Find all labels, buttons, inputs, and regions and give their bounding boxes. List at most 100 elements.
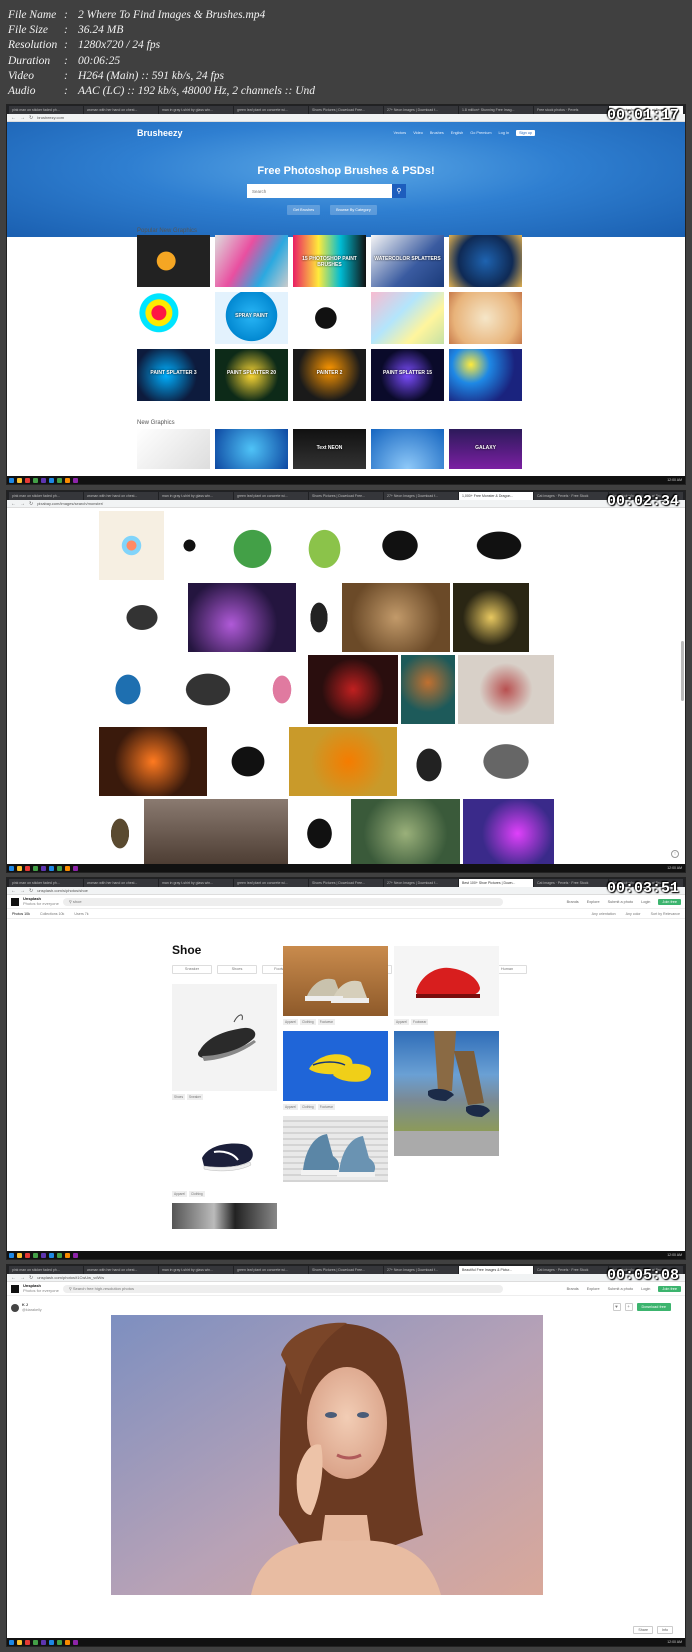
taskbar-app-icon[interactable]: [33, 1639, 38, 1645]
browser-tab[interactable]: Cat images · Pexels · Free Stock: [534, 879, 608, 887]
back-icon[interactable]: ←: [11, 1275, 16, 1281]
photographer[interactable]: K J @kiarakelly: [11, 1303, 42, 1312]
taskbar-app-icon[interactable]: [49, 477, 54, 483]
header-link[interactable]: Login: [641, 900, 650, 904]
browser-tab[interactable]: Cat images · Pexels · Free Stock: [534, 1266, 608, 1274]
browser-tab[interactable]: green leaf plant on concrete wi...: [234, 1266, 308, 1274]
brush-thumbnail[interactable]: [449, 349, 522, 401]
new-graphic-thumbnail[interactable]: GALAXY: [449, 429, 522, 469]
brusheezy-logo[interactable]: Brusheezy: [137, 128, 183, 138]
search-result-image[interactable]: [215, 511, 290, 580]
taskbar-app-icon[interactable]: [73, 477, 78, 483]
nav-link[interactable]: Brushes: [430, 131, 444, 135]
header-link[interactable]: Submit a photo: [608, 900, 634, 904]
new-graphic-thumbnail[interactable]: [371, 429, 444, 469]
taskbar-app-icon[interactable]: [41, 477, 46, 483]
browser-tab[interactable]: 27+ Neon Images | Download f...: [384, 106, 458, 114]
browser-tab[interactable]: pink man on sticker faded ph...: [9, 879, 83, 887]
search-result-image[interactable]: [289, 727, 397, 796]
search-result-image[interactable]: [188, 583, 296, 652]
taskbar-app-icon[interactable]: [73, 865, 78, 871]
taskbar-app-icon[interactable]: [33, 1252, 38, 1258]
brush-thumbnail[interactable]: WATERCOLOR SPLATTERS: [371, 235, 444, 287]
forward-icon[interactable]: →: [20, 501, 25, 507]
taskbar-app-icon[interactable]: [17, 477, 22, 483]
browser-tab[interactable]: 1,000+ Free Monster & Dragon...: [459, 492, 533, 500]
taskbar-app-icon[interactable]: [17, 1639, 22, 1645]
get-brushes-button[interactable]: Get Brushes: [287, 205, 321, 215]
address-bar[interactable]: ← → ↻ unsplash.com/s/photos/shoe: [7, 887, 685, 895]
photo-shoe-red[interactable]: [394, 946, 499, 1016]
search-result-image[interactable]: [358, 511, 441, 580]
reload-icon[interactable]: ↻: [29, 1275, 33, 1281]
photo-tag[interactable]: Sneaker: [187, 1094, 203, 1100]
taskbar-app-icon[interactable]: [9, 477, 14, 483]
taskbar-app-icon[interactable]: [49, 865, 54, 871]
unsplash-logo[interactable]: Unsplash Photos for everyone: [23, 1283, 59, 1293]
brush-thumbnail[interactable]: [137, 292, 210, 344]
brush-thumbnail[interactable]: [137, 235, 210, 287]
taskbar-app-icon[interactable]: [33, 865, 38, 871]
taskbar-app-icon[interactable]: [65, 865, 70, 871]
info-button[interactable]: Info: [657, 1626, 673, 1634]
photo-shoe-puma[interactable]: [172, 1106, 277, 1188]
search-button[interactable]: ⚲: [392, 184, 406, 198]
brush-thumbnail[interactable]: PAINT SPLATTER 20: [215, 349, 288, 401]
search-result-image[interactable]: [210, 727, 286, 796]
address-bar[interactable]: ← → ↻ pixabay.com/images/search/monster/: [7, 500, 685, 508]
browser-tab[interactable]: man in gray t-shirt by glass win...: [159, 1266, 233, 1274]
browser-tab[interactable]: woman with her hand on chest...: [84, 879, 158, 887]
scrollbar[interactable]: [681, 641, 684, 701]
header-link[interactable]: Submit a photo: [608, 1287, 634, 1291]
taskbar-app-icon[interactable]: [73, 1639, 78, 1645]
photo-shoe-converse[interactable]: [283, 946, 388, 1016]
browser-tab[interactable]: pink man on sticker faded ph...: [9, 492, 83, 500]
photo-tag[interactable]: Clothing: [300, 1104, 316, 1110]
search-result-image[interactable]: [99, 511, 164, 580]
tab-photos[interactable]: Photos 10k: [12, 912, 30, 916]
join-free-button[interactable]: Join free: [658, 1285, 681, 1292]
search-result-image[interactable]: [99, 655, 157, 724]
photo-shoe-blue-hightop[interactable]: [283, 1116, 388, 1182]
photo-tag[interactable]: Footwear: [317, 1019, 335, 1025]
browser-tab[interactable]: pink man on sticker faded ph...: [9, 1266, 83, 1274]
add-collection-icon[interactable]: +: [624, 1303, 633, 1311]
browser-tab[interactable]: Best 100+ Shoe Pictures | Down...: [459, 879, 533, 887]
reload-icon[interactable]: ↻: [29, 115, 33, 121]
reload-icon[interactable]: ↻: [29, 501, 33, 507]
search-result-image[interactable]: [463, 799, 554, 868]
nav-link[interactable]: Log In: [499, 131, 510, 135]
taskbar-app-icon[interactable]: [57, 477, 62, 483]
search-result-image[interactable]: [259, 655, 305, 724]
taskbar-app-icon[interactable]: [25, 865, 30, 871]
browser-tab[interactable]: Beautiful Free Images & Pictur...: [459, 1266, 533, 1274]
back-icon[interactable]: ←: [11, 115, 16, 121]
nav-link[interactable]: Video: [413, 131, 423, 135]
search-result-image[interactable]: [458, 655, 554, 724]
brush-thumbnail[interactable]: [371, 292, 444, 344]
brush-thumbnail[interactable]: [449, 292, 522, 344]
photo-tag[interactable]: Clothing: [189, 1191, 205, 1197]
search-result-image[interactable]: [453, 583, 529, 652]
search-result-image[interactable]: [444, 511, 554, 580]
taskbar-app-icon[interactable]: [41, 1639, 46, 1645]
sign-up-button[interactable]: Sign up: [516, 130, 535, 136]
search-input[interactable]: ⚲ Search free high-resolution photos: [62, 1284, 503, 1293]
taskbar-app-icon[interactable]: [73, 1252, 78, 1258]
scroll-top-icon[interactable]: ↑: [671, 850, 679, 858]
search-result-image[interactable]: [299, 583, 339, 652]
taskbar-app-icon[interactable]: [57, 1639, 62, 1645]
header-link[interactable]: Brands: [567, 1287, 579, 1291]
back-icon[interactable]: ←: [11, 501, 16, 507]
header-link[interactable]: Brands: [567, 900, 579, 904]
forward-icon[interactable]: →: [20, 1275, 25, 1281]
nav-link[interactable]: English: [451, 131, 463, 135]
brush-thumbnail[interactable]: SPRAY PAINT: [215, 292, 288, 344]
photo-tag[interactable]: Apparel: [172, 1191, 187, 1197]
browser-tab[interactable]: man in gray t-shirt by glass win...: [159, 106, 233, 114]
browser-tab[interactable]: pink man on sticker faded ph...: [9, 106, 83, 114]
taskbar-app-icon[interactable]: [49, 1252, 54, 1258]
browser-tab[interactable]: 27+ Neon Images | Download f...: [384, 1266, 458, 1274]
share-button[interactable]: Share: [633, 1626, 653, 1634]
photo-tag[interactable]: Footwear: [317, 1104, 335, 1110]
